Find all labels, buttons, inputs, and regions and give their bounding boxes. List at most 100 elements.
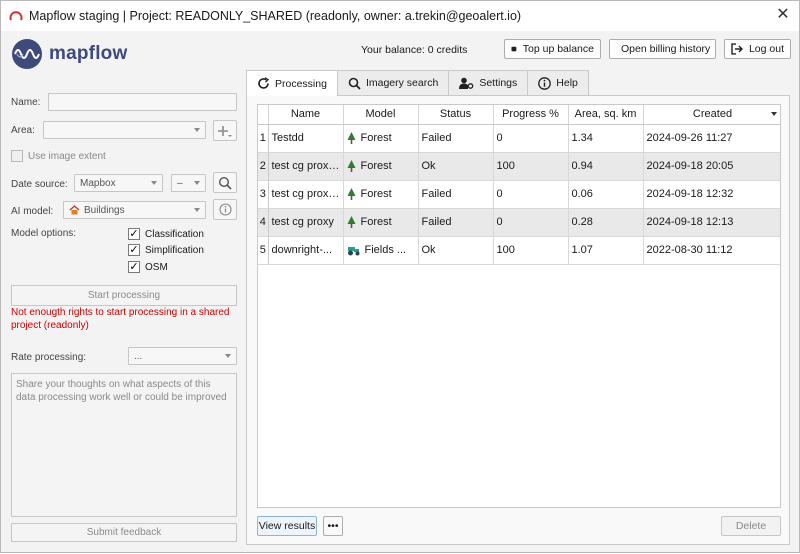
processing-form-panel: Name: Area: Use image extent Date source…	[1, 85, 245, 554]
checkbox-box: ✓	[128, 228, 140, 240]
submit-feedback-button[interactable]: Submit feedback	[11, 523, 237, 542]
info-icon	[218, 203, 232, 216]
add-area-button[interactable]	[213, 120, 237, 141]
info-icon	[538, 76, 552, 90]
name-label: Name:	[11, 97, 41, 108]
title-bar: Mapflow staging | Project: READONLY_SHAR…	[1, 1, 799, 31]
classification-checkbox[interactable]: ✓ Classification	[128, 228, 204, 240]
use-image-extent-checkbox[interactable]: Use image extent	[11, 150, 106, 162]
user-gear-icon	[459, 77, 474, 89]
main-tabs: Processing Imagery search Settings Help	[246, 70, 589, 96]
top-up-balance-button[interactable]: Top up balance	[504, 39, 601, 59]
open-billing-history-button[interactable]: Open billing history	[609, 39, 716, 59]
data-source-select[interactable]: Mapbox	[74, 174, 163, 192]
cell-area: 1.07	[568, 236, 644, 265]
cell-progress: 0	[493, 208, 569, 237]
cell-created: 2024-09-26 11:27	[643, 124, 780, 153]
table-row[interactable]: 5 downright-... Fields ... Ok 100 1.07 2022-08…	[258, 236, 780, 265]
table-header-row: Name Model Status Progress % Area, sq. k…	[258, 105, 780, 125]
log-out-button[interactable]: Log out	[724, 39, 791, 59]
column-header-name[interactable]: Name	[268, 105, 344, 125]
data-source-extra-value: –	[177, 177, 183, 189]
tab-imagery-search[interactable]: Imagery search	[336, 70, 450, 95]
search-icon	[218, 176, 232, 190]
cell-name: test cg proxy	[268, 208, 344, 237]
osm-checkbox[interactable]: ✓ OSM	[128, 261, 168, 273]
column-header-created[interactable]: Created	[643, 105, 780, 125]
checkbox-box	[11, 150, 23, 162]
tab-help-label: Help	[556, 77, 578, 89]
tab-settings[interactable]: Settings	[448, 70, 529, 95]
use-image-extent-label: Use image extent	[28, 150, 106, 162]
cell-area: 0.94	[568, 152, 644, 181]
column-header-area[interactable]: Area, sq. km	[568, 105, 644, 125]
table-row[interactable]: 1 Testdd Forest Failed 0 1.34 2024-09-26 11:27	[258, 124, 780, 153]
table-row[interactable]: 4 test cg proxy Forest Failed 0 0.28 2024-09-1…	[258, 208, 780, 237]
column-header-progress[interactable]: Progress %	[493, 105, 569, 125]
tree-icon	[347, 132, 355, 144]
simplification-checkbox[interactable]: ✓ Simplification	[128, 244, 204, 256]
coins-icon	[511, 46, 517, 52]
cell-name: test cg proxy...	[268, 152, 344, 181]
cell-status: Failed	[418, 180, 494, 209]
feedback-textarea[interactable]: Share your thoughts on what aspects of t…	[11, 373, 237, 517]
log-out-label: Log out	[748, 43, 784, 55]
model-options-label: Model options:	[11, 228, 77, 239]
classification-label: Classification	[145, 228, 204, 240]
cell-created: 2022-08-30 11:12	[643, 236, 780, 265]
logo-text: mapflow	[49, 43, 128, 64]
row-number: 2	[258, 152, 269, 181]
model-info-button[interactable]	[213, 199, 237, 220]
start-processing-button[interactable]: Start processing	[11, 285, 237, 306]
processings-table: Name Model Status Progress % Area, sq. k…	[257, 104, 781, 508]
cell-status: Ok	[418, 152, 494, 181]
tab-settings-label: Settings	[479, 77, 518, 89]
mapflow-app-icon	[9, 11, 23, 21]
view-results-button[interactable]: View results	[257, 516, 317, 536]
cell-name: downright-...	[268, 236, 344, 265]
tree-icon	[347, 188, 355, 200]
table-row[interactable]: 3 test cg proxy... Forest Failed 0 0.06 2024-0…	[258, 180, 780, 209]
data-source-extra-select[interactable]: –	[171, 174, 206, 192]
chevron-down-icon	[194, 208, 200, 212]
balance-text: Your balance: 0 credits	[361, 44, 468, 56]
ai-model-label: AI model:	[11, 206, 54, 217]
row-number: 3	[258, 180, 269, 209]
ai-model-select[interactable]: Buildings	[63, 201, 206, 219]
column-header-status[interactable]: Status	[418, 105, 494, 125]
logout-icon	[731, 43, 743, 55]
billing-history-label: Open billing history	[621, 43, 711, 55]
imagery-search-button[interactable]	[213, 172, 237, 193]
checkbox-box: ✓	[128, 261, 140, 273]
cell-created: 2024-09-18 12:13	[643, 208, 780, 237]
close-icon[interactable]: ✕	[775, 7, 791, 23]
mapflow-logo: mapflow	[11, 38, 127, 70]
sort-descending-icon	[770, 112, 777, 116]
row-number: 1	[258, 124, 269, 153]
cell-name: Testdd	[268, 124, 344, 153]
rate-processing-select[interactable]: ...	[128, 347, 237, 365]
delete-button[interactable]: Delete	[721, 516, 781, 536]
tab-processing[interactable]: Processing	[246, 70, 338, 96]
column-header-model[interactable]: Model	[343, 105, 419, 125]
area-select[interactable]	[43, 121, 206, 139]
app-window: Mapflow staging | Project: READONLY_SHAR…	[0, 0, 800, 553]
cell-model: Forest	[343, 152, 419, 181]
name-field[interactable]	[48, 93, 237, 111]
cell-model-label: Forest	[360, 216, 392, 228]
house-icon	[69, 205, 80, 215]
tractor-icon	[347, 246, 359, 255]
chevron-down-icon	[194, 181, 200, 185]
checkbox-box: ✓	[128, 244, 140, 256]
cell-status: Ok	[418, 236, 494, 265]
chevron-down-icon	[194, 128, 200, 132]
cell-model: Forest	[343, 180, 419, 209]
column-header-created-label: Created	[692, 108, 733, 121]
more-options-button[interactable]: •••	[323, 516, 343, 536]
cell-model: Forest	[343, 208, 419, 237]
rate-processing-value: ...	[134, 350, 143, 362]
tab-help[interactable]: Help	[527, 70, 589, 95]
cell-model-label: Forest	[360, 132, 392, 144]
table-row[interactable]: 2 test cg proxy... Forest Ok 100 0.94 2024-09-…	[258, 152, 780, 181]
osm-label: OSM	[145, 261, 168, 273]
